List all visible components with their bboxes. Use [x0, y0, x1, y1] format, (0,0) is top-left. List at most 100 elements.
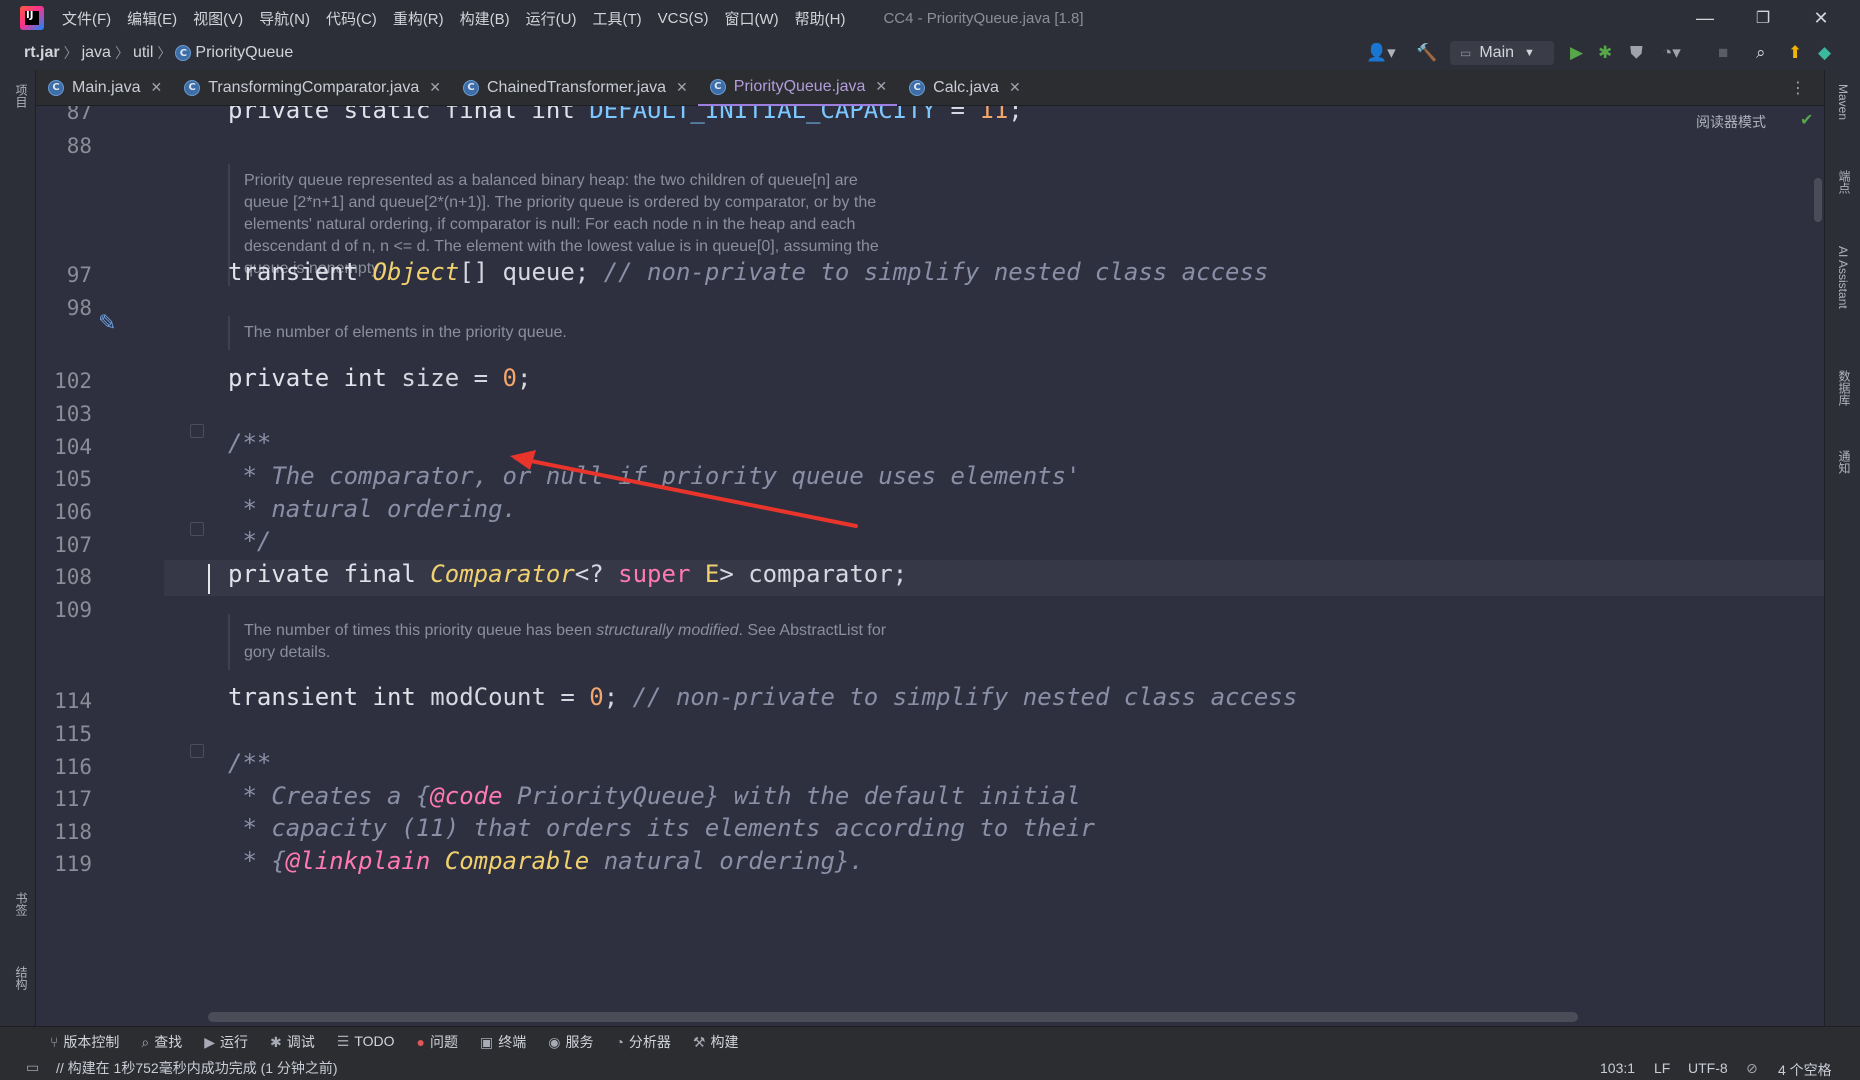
menu-refactor[interactable]: 重构(R)	[393, 8, 444, 29]
breadcrumb-java[interactable]: java	[82, 44, 111, 62]
close-icon[interactable]: ✕	[429, 79, 441, 96]
ai-assistant-tool-button[interactable]: AI Assistant	[1836, 246, 1850, 309]
toggle-panel-icon[interactable]: ▭	[26, 1059, 39, 1076]
caret-position[interactable]: 103:1	[1600, 1060, 1635, 1076]
search-icon[interactable]: ⌕	[1756, 44, 1766, 62]
problems-tool-button[interactable]: ● 问题	[417, 1032, 458, 1052]
indent-setting[interactable]: 4 个空格	[1778, 1060, 1832, 1080]
terminal-icon: ▣	[480, 1033, 494, 1050]
tool-label: TODO	[354, 1033, 395, 1049]
class-icon: C	[48, 79, 64, 96]
menu-view[interactable]: 视图(V)	[193, 8, 243, 29]
class-icon: C	[709, 78, 726, 95]
debug-icon[interactable]: ✱	[1598, 44, 1612, 62]
services-icon: ◉	[548, 1033, 561, 1050]
file-encoding[interactable]: UTF-8	[1688, 1060, 1728, 1076]
coverage-icon[interactable]: ⛊	[1630, 44, 1643, 62]
run-config-label: Main	[1479, 44, 1515, 61]
tool-label: 版本控制	[63, 1033, 120, 1050]
vertical-scrollbar[interactable]	[1814, 178, 1822, 222]
run-tool-button[interactable]: ▶ 运行	[204, 1032, 248, 1052]
breadcrumb-priorityqueue[interactable]: PriorityQueue	[195, 44, 293, 62]
vcs-tool-button[interactable]: ⑂ 版本控制	[50, 1032, 119, 1052]
profiler-icon: ◔	[615, 1033, 624, 1050]
tool-label: 构建	[710, 1033, 739, 1050]
run-config-dropdown[interactable]: ▭ Main ▼	[1450, 41, 1554, 65]
breadcrumb-separator-icon: 〉	[157, 45, 172, 61]
debug-icon: ✱	[270, 1033, 282, 1050]
database-tool-button[interactable]: 数据库	[1836, 370, 1853, 406]
tab-chainedtransformer-java[interactable]: C ChainedTransformer.java ✕	[451, 70, 698, 106]
close-icon[interactable]: ✕	[150, 79, 162, 96]
debug-tool-button[interactable]: ✱ 调试	[270, 1032, 315, 1052]
menu-vcs[interactable]: VCS(S)	[658, 10, 709, 27]
tab-transformingcomparator-java[interactable]: C TransformingComparator.java ✕	[172, 70, 451, 106]
close-icon[interactable]: ✕	[875, 78, 887, 95]
tool-label: 运行	[220, 1033, 249, 1050]
terminal-tool-button[interactable]: ▣ 终端	[480, 1032, 526, 1052]
menu-edit[interactable]: 编辑(E)	[127, 8, 177, 29]
restore-button[interactable]: ❐	[1734, 0, 1792, 36]
todo-tool-button[interactable]: ☰ TODO	[337, 1033, 395, 1050]
build-hammer-icon[interactable]: 🔨	[1416, 44, 1437, 62]
run-icon: ▶	[204, 1033, 216, 1050]
services-tool-button[interactable]: ◉ 服务	[548, 1032, 593, 1052]
chevron-down-icon: ▼	[1524, 47, 1535, 59]
menu-build[interactable]: 构建(B)	[460, 8, 510, 29]
structure-tool-button[interactable]: 结构	[13, 966, 30, 990]
tab-label: ChainedTransformer.java	[487, 78, 667, 96]
breadcrumb-rtjar[interactable]: rt.jar	[24, 44, 60, 62]
menu-help[interactable]: 帮助(H)	[795, 8, 846, 29]
bookmarks-tool-button[interactable]: 书签	[13, 892, 30, 916]
close-icon[interactable]: ✕	[676, 79, 688, 96]
minimize-button[interactable]: —	[1676, 0, 1734, 36]
tab-main-java[interactable]: C Main.java ✕	[36, 70, 172, 106]
tool-label: 终端	[498, 1033, 527, 1050]
code-editor[interactable]: 阅读器模式 ✔ 87 88 97 98 102 103 104 105 106 …	[36, 106, 1824, 1026]
window-title: CC4 - PriorityQueue.java [1.8]	[883, 9, 1084, 27]
class-icon: C	[184, 79, 201, 96]
menu-code[interactable]: 代码(C)	[326, 8, 377, 29]
notifications-tool-button[interactable]: 通知	[1836, 450, 1853, 474]
update-icon[interactable]: ⬆	[1788, 44, 1802, 62]
build-hammer-icon: ⚒	[692, 1033, 706, 1050]
close-window-button[interactable]: ✕	[1792, 0, 1850, 36]
intellij-logo-icon[interactable]: IJ	[20, 6, 44, 30]
menu-navigate[interactable]: 导航(N)	[259, 8, 310, 29]
tab-calc-java[interactable]: C Calc.java ✕	[897, 70, 1031, 106]
tab-label: Main.java	[72, 78, 141, 96]
breadcrumb-separator-icon: 〉	[114, 45, 129, 61]
stop-icon[interactable]: ■	[1718, 44, 1728, 62]
breadcrumb-util[interactable]: util	[133, 44, 153, 62]
run-icon[interactable]: ▶	[1570, 44, 1583, 62]
user-icon[interactable]: 👤▾	[1366, 44, 1396, 62]
menu-run[interactable]: 运行(U)	[526, 8, 577, 29]
more-tabs-icon[interactable]: ⋮	[1790, 78, 1806, 98]
tool-label: 问题	[430, 1033, 458, 1050]
profiler-tool-button[interactable]: ◔ 分析器	[615, 1032, 670, 1052]
line-separator[interactable]: LF	[1654, 1060, 1670, 1076]
tool-label: 查找	[154, 1033, 183, 1050]
readonly-icon[interactable]: ⊘	[1746, 1060, 1758, 1077]
build-tool-button[interactable]: ⚒ 构建	[693, 1032, 739, 1052]
editor-tab-bar: C Main.java ✕ C TransformingComparator.j…	[36, 70, 1824, 106]
tab-priorityqueue-java[interactable]: C PriorityQueue.java ✕	[697, 70, 898, 106]
profile-icon[interactable]: ◔▾	[1662, 44, 1681, 62]
branch-icon: ⑂	[50, 1033, 59, 1050]
error-icon: ●	[416, 1033, 425, 1050]
breadcrumb-separator-icon: 〉	[63, 45, 78, 61]
maven-tool-button[interactable]: Maven	[1836, 84, 1850, 120]
horizontal-scrollbar[interactable]	[208, 1012, 1578, 1022]
menu-window[interactable]: 窗口(W)	[724, 8, 778, 29]
search-icon: ⌕	[141, 1033, 150, 1050]
project-tool-button[interactable]: 项目	[13, 84, 30, 108]
class-icon: C	[909, 79, 926, 96]
status-message[interactable]: // 构建在 1秒752毫秒内成功完成 (1 分钟之前)	[56, 1058, 338, 1078]
find-tool-button[interactable]: ⌕ 查找	[141, 1032, 182, 1052]
tool-label: 服务	[565, 1033, 594, 1050]
endpoints-tool-button[interactable]: 端点	[1836, 170, 1853, 194]
menu-file[interactable]: 文件(F)	[62, 8, 111, 29]
close-icon[interactable]: ✕	[1009, 79, 1021, 96]
jetbrains-ai-icon[interactable]: ◆	[1818, 44, 1831, 62]
menu-tools[interactable]: 工具(T)	[592, 8, 641, 29]
